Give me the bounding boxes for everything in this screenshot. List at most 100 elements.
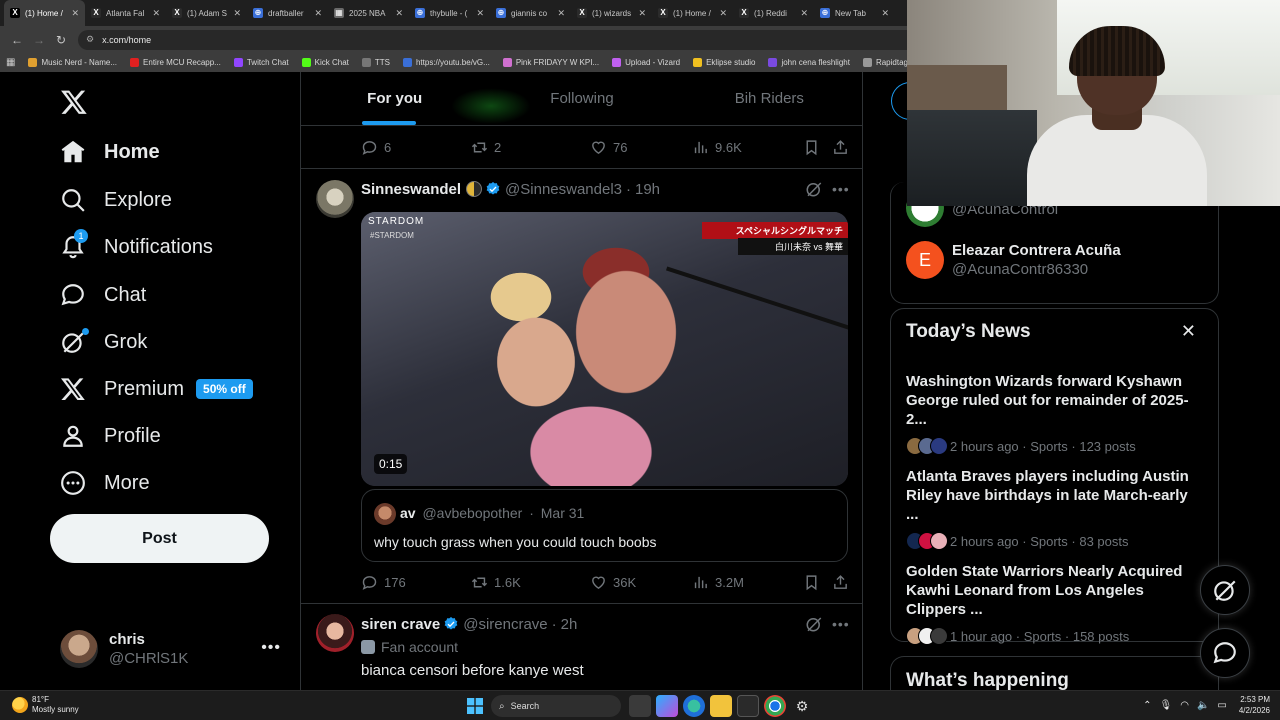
reload-icon[interactable]: ↻ xyxy=(50,29,72,51)
tweet-author-handle[interactable]: @Sinneswandel3 xyxy=(505,181,622,198)
grok-explain-icon[interactable] xyxy=(805,615,823,633)
tab-close-icon[interactable]: ✕ xyxy=(800,8,808,19)
browser-tab[interactable]: ⊕ thybulle - (✕ xyxy=(409,0,490,26)
nav-grok[interactable]: Grok xyxy=(60,322,147,362)
clock[interactable]: 2:53 PM 4/2/2026 xyxy=(1239,694,1270,716)
browser-tab[interactable]: X (1) wizards ✕ xyxy=(571,0,652,26)
bookmark-item[interactable]: Pink FRIDAYY W KPI... xyxy=(502,58,599,67)
grok-explain-icon[interactable] xyxy=(805,180,823,198)
news-item[interactable]: Atlanta Braves players including Austin … xyxy=(906,467,1206,550)
repost-button[interactable]: 1.6K xyxy=(471,574,521,591)
tab-close-icon[interactable]: ✕ xyxy=(557,8,565,19)
tab-close-icon[interactable]: ✕ xyxy=(395,8,403,19)
browser-tab[interactable]: X (1) Home / ✕ xyxy=(652,0,733,26)
tweet-author-name[interactable]: siren crave xyxy=(361,616,440,633)
bookmark-item[interactable]: Entire MCU Recapp... xyxy=(130,58,221,67)
like-button[interactable]: 36K xyxy=(590,574,636,591)
quoted-tweet[interactable]: av @avbebopother · Mar 31 why touch gras… xyxy=(361,489,848,562)
microphone-icon[interactable]: 🎙 xyxy=(1160,700,1173,711)
bookmark-button[interactable] xyxy=(803,139,826,156)
tweet-more-icon[interactable]: ••• xyxy=(832,616,850,632)
nav-premium[interactable]: Premium 50% off xyxy=(60,369,253,409)
share-button[interactable] xyxy=(832,574,855,591)
tab-close-icon[interactable]: ✕ xyxy=(719,8,727,19)
views-button[interactable]: 3.2M xyxy=(692,574,744,591)
share-button[interactable] xyxy=(832,139,855,156)
tab-close-icon[interactable]: ✕ xyxy=(476,8,484,19)
site-info-icon[interactable]: ⚙ xyxy=(86,34,94,45)
post-button[interactable]: Post xyxy=(50,514,269,563)
tab-close-icon[interactable]: ✕ xyxy=(881,8,889,19)
nav-explore[interactable]: Explore xyxy=(60,180,172,220)
chat-fab-button[interactable] xyxy=(1200,628,1250,678)
news-item[interactable]: Washington Wizards forward Kyshawn Georg… xyxy=(906,372,1206,455)
volume-icon[interactable]: 🔈 xyxy=(1197,700,1209,711)
nav-profile[interactable]: Profile xyxy=(60,416,161,456)
browser-tab[interactable]: X (1) Home / ✕ xyxy=(4,0,85,26)
chrome-icon[interactable] xyxy=(764,695,786,717)
bookmark-item[interactable]: Twitch Chat xyxy=(233,58,289,67)
tab-close-icon[interactable]: ✕ xyxy=(233,8,241,19)
edge-icon[interactable] xyxy=(683,695,705,717)
grok-fab-button[interactable] xyxy=(1200,565,1250,615)
apps-icon[interactable]: ▦ xyxy=(6,57,15,68)
tweet-timestamp[interactable]: 19h xyxy=(635,181,660,198)
reply-button[interactable]: 6 xyxy=(361,139,391,156)
browser-tab[interactable]: X Atlanta Fal ✕ xyxy=(85,0,166,26)
tab-close-icon[interactable]: ✕ xyxy=(638,8,646,19)
tweet-more-icon[interactable]: ••• xyxy=(832,181,850,197)
store-icon[interactable] xyxy=(737,695,759,717)
copilot-icon[interactable] xyxy=(656,695,678,717)
settings-gear-icon[interactable]: ⚙ xyxy=(791,695,813,717)
file-explorer-icon[interactable] xyxy=(710,695,732,717)
browser-tab[interactable]: ▦ 2025 NBA ✕ xyxy=(328,0,409,26)
account-switcher[interactable]: chris @CHRlS1K ••• xyxy=(60,627,285,671)
tweet-author-handle[interactable]: @sirencrave xyxy=(463,616,547,633)
battery-icon[interactable]: ▭ xyxy=(1217,700,1226,711)
like-button[interactable]: 76 xyxy=(590,139,627,156)
bookmark-item[interactable]: Kick Chat xyxy=(301,58,349,67)
windows-start-icon[interactable] xyxy=(464,695,486,717)
views-button[interactable]: 9.6K xyxy=(692,139,742,156)
tab-close-icon[interactable]: ✕ xyxy=(314,8,322,19)
reply-button[interactable]: 176 xyxy=(361,574,406,591)
address-bar[interactable]: ⚙ x.com/home xyxy=(78,29,938,50)
tweet-author-avatar[interactable] xyxy=(316,180,354,218)
bookmark-item[interactable]: Music Nerd - Name... xyxy=(28,58,117,67)
tweet-author-name[interactable]: Sinneswandel xyxy=(361,181,461,198)
browser-tab[interactable]: ⊕ giannis co ✕ xyxy=(490,0,571,26)
tab-close-icon[interactable]: ✕ xyxy=(152,8,160,19)
forward-icon[interactable]: → xyxy=(28,29,50,51)
weather-widget[interactable]: 81°F Mostly sunny xyxy=(12,695,79,715)
nav-chat[interactable]: Chat xyxy=(60,275,146,315)
bookmark-item[interactable]: john cena fleshlight xyxy=(768,58,850,67)
x-logo-icon[interactable] xyxy=(60,88,88,116)
tweet-timestamp[interactable]: 2h xyxy=(561,616,578,633)
browser-tab[interactable]: ⊕ New Tab ✕ xyxy=(814,0,895,26)
tweet-video[interactable]: STARDOM #STARDOM スペシャルシングルマッチ 白川未奈 vs 舞華… xyxy=(361,212,848,486)
bookmark-item[interactable]: Upload - Vizard xyxy=(612,58,680,67)
tab-close-icon[interactable]: ✕ xyxy=(71,8,79,19)
bookmark-item[interactable]: https://youtu.be/vG... xyxy=(402,58,490,67)
browser-tab[interactable]: X (1) Adam S ✕ xyxy=(166,0,247,26)
nav-more[interactable]: More xyxy=(60,463,150,503)
back-icon[interactable]: ← xyxy=(6,29,28,51)
tab-bih-riders[interactable]: Bih Riders xyxy=(676,72,862,125)
account-more-icon[interactable]: ••• xyxy=(261,639,281,657)
bookmark-item[interactable]: Eklipse studio xyxy=(693,58,755,67)
bookmark-button[interactable] xyxy=(803,574,826,591)
nav-home[interactable]: Home xyxy=(60,132,160,172)
chevron-up-icon[interactable]: ⌃ xyxy=(1143,700,1151,711)
bookmark-item[interactable]: TTS xyxy=(361,58,390,67)
tweet-author-avatar[interactable] xyxy=(316,614,354,652)
nav-notifications[interactable]: 1 Notifications xyxy=(60,227,213,267)
news-item[interactable]: Golden State Warriors Nearly Acquired Ka… xyxy=(906,562,1206,645)
follow-suggestion[interactable]: E Eleazar Contrera Acuña @AcunaContr8633… xyxy=(906,240,1121,280)
repost-button[interactable]: 2 xyxy=(471,139,501,156)
wifi-icon[interactable]: ◠ xyxy=(1180,700,1189,711)
browser-tab[interactable]: X (1) Reddi ✕ xyxy=(733,0,814,26)
browser-tab[interactable]: ⊕ draftballer ✕ xyxy=(247,0,328,26)
task-view-icon[interactable] xyxy=(629,695,651,717)
close-icon[interactable]: ✕ xyxy=(1181,321,1196,342)
taskbar-search[interactable]: ⌕ Search xyxy=(491,695,621,717)
